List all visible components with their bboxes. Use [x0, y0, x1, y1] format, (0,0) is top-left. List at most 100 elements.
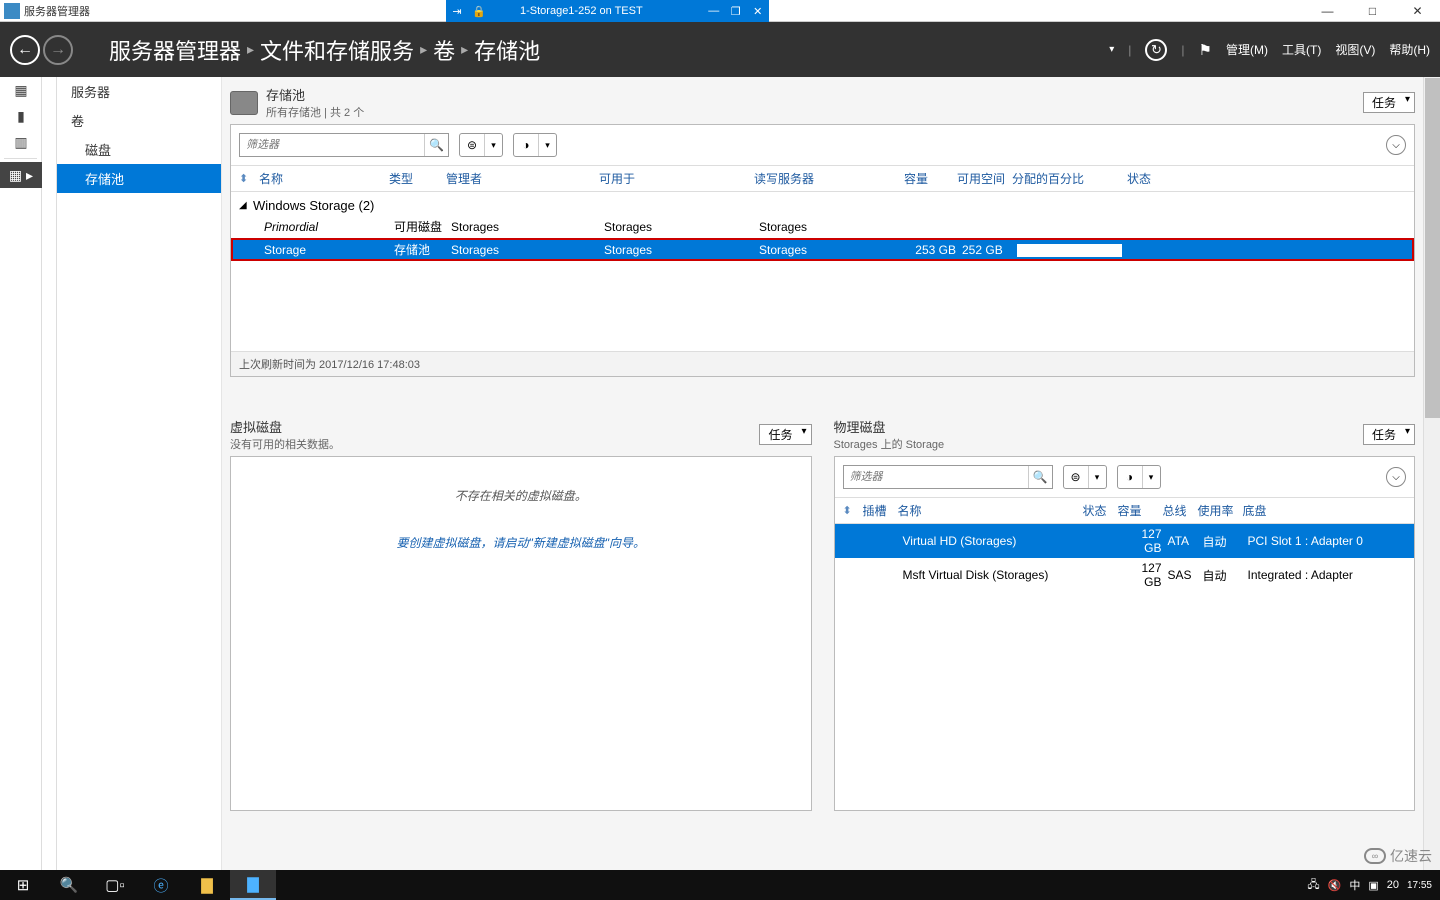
- col-alloc[interactable]: 分配的百分比: [1012, 170, 1127, 187]
- search-button[interactable]: 🔍: [46, 870, 92, 900]
- vm-pin-icon[interactable]: ⇥: [446, 0, 468, 22]
- pdisk-title: 物理磁盘: [834, 417, 945, 436]
- list-icon[interactable]: ⊜: [460, 134, 484, 156]
- expand-icon[interactable]: ⌵: [1386, 135, 1406, 155]
- tree-item-servers[interactable]: 服务器: [57, 77, 221, 106]
- vm-close-button[interactable]: ✕: [747, 0, 769, 22]
- col-bus[interactable]: 总线: [1163, 502, 1198, 519]
- col-chassis[interactable]: 底盘: [1243, 502, 1363, 519]
- taskview-button[interactable]: ▢▫: [92, 870, 138, 900]
- vm-lock-icon[interactable]: 🔒: [468, 0, 490, 22]
- breadcrumb-part[interactable]: 服务器管理器: [109, 34, 241, 66]
- col-manager[interactable]: 管理者: [446, 170, 599, 187]
- main-header: ← → 服务器管理器▸ 文件和存储服务▸ 卷▸ 存储池 ▾ | ↻ | ⚑ 管理…: [0, 22, 1440, 77]
- table-row[interactable]: Storage 存储池 Storages Storages Storages 2…: [231, 238, 1414, 261]
- pools-title: 存储池: [266, 85, 364, 104]
- alloc-bar: [1017, 242, 1132, 256]
- tools-menu[interactable]: 工具(T): [1282, 41, 1321, 58]
- breadcrumb-part[interactable]: 卷: [433, 34, 455, 66]
- col-slot[interactable]: 插槽: [863, 502, 898, 519]
- tree-item-disks[interactable]: 磁盘: [57, 135, 221, 164]
- col-capacity[interactable]: 容量: [1118, 502, 1163, 519]
- table-row[interactable]: Primordial 可用磁盘 Storages Storages Storag…: [231, 215, 1414, 238]
- list-icon[interactable]: ⊜: [1064, 466, 1088, 488]
- ie-button[interactable]: ⓔ: [138, 870, 184, 900]
- vm-maximize-button[interactable]: ❐: [725, 0, 747, 22]
- col-status[interactable]: 状态: [1083, 502, 1118, 519]
- nav-forward-button[interactable]: →: [43, 35, 73, 65]
- pools-group-row[interactable]: ◢ Windows Storage (2): [231, 192, 1414, 215]
- dropdown-icon[interactable]: ▾: [1088, 466, 1106, 488]
- tray-volume-icon[interactable]: 🔇: [1328, 879, 1342, 892]
- flag-icon[interactable]: ⚑: [1199, 41, 1212, 59]
- pdisk-view-selector[interactable]: ⊜▾: [1063, 465, 1107, 489]
- expand-icon[interactable]: ⌵: [1386, 467, 1406, 487]
- nav-tree: 服务器 卷 磁盘 存储池: [42, 77, 222, 870]
- col-capacity[interactable]: 容量: [904, 170, 957, 187]
- header-dropdown-icon[interactable]: ▾: [1109, 44, 1114, 55]
- pools-panel: 🔍 ⊜▾ ◑▾ ⌵ ⬍ 名称 类型 管理者 可用于 读写服务器 容量 可用空间 …: [230, 124, 1415, 377]
- col-available[interactable]: 可用于: [599, 170, 754, 187]
- nav-back-button[interactable]: ←: [10, 35, 40, 65]
- refresh-icon[interactable]: ↻: [1145, 39, 1167, 61]
- col-type[interactable]: 类型: [389, 170, 446, 187]
- pools-filter-input[interactable]: [240, 134, 424, 156]
- search-icon[interactable]: 🔍: [424, 134, 448, 156]
- col-rw[interactable]: 读写服务器: [754, 170, 904, 187]
- breadcrumb-part[interactable]: 存储池: [474, 34, 540, 66]
- start-button[interactable]: ⊞: [0, 870, 46, 900]
- sort-icon[interactable]: ⬍: [239, 172, 259, 185]
- server-manager-button[interactable]: ▇: [230, 870, 276, 900]
- pdisk-panel-header: 物理磁盘 Storages 上的 Storage 任务: [834, 417, 1416, 452]
- outer-close-button[interactable]: ✕: [1395, 0, 1440, 22]
- rail-all-icon[interactable]: ▥: [0, 129, 42, 155]
- table-row[interactable]: Msft Virtual Disk (Storages) 127 GB SAS …: [835, 558, 1415, 592]
- pdisk-filter-selector[interactable]: ◑▾: [1117, 465, 1161, 489]
- search-icon[interactable]: 🔍: [1028, 466, 1052, 488]
- outer-window-title: 服务器管理器: [24, 3, 90, 19]
- tag-icon[interactable]: ◑: [1118, 466, 1142, 488]
- taskbar-clock[interactable]: 17:55: [1407, 880, 1432, 891]
- sort-icon[interactable]: ⬍: [843, 504, 863, 517]
- group-label: Windows Storage (2): [253, 198, 374, 213]
- manage-menu[interactable]: 管理(M): [1226, 41, 1268, 58]
- scrollbar[interactable]: [1423, 77, 1440, 870]
- ime-indicator[interactable]: 中: [1349, 877, 1360, 893]
- pdisk-filter-input[interactable]: [844, 466, 1028, 488]
- col-name[interactable]: 名称: [259, 170, 389, 187]
- dropdown-icon[interactable]: ▾: [538, 134, 556, 156]
- col-usage[interactable]: 使用率: [1198, 502, 1243, 519]
- vdisk-wizard-link[interactable]: 要创建虚拟磁盘，请启动"新建虚拟磁盘"向导。: [231, 514, 811, 571]
- tray-flag-icon[interactable]: ▣: [1368, 879, 1378, 892]
- outer-minimize-button[interactable]: —: [1305, 0, 1350, 22]
- explorer-button[interactable]: ▇: [184, 870, 230, 900]
- rail-servers-icon[interactable]: ▮: [0, 103, 42, 129]
- col-name[interactable]: 名称: [898, 502, 1083, 519]
- pdisk-tasks-button[interactable]: 任务: [1363, 424, 1415, 445]
- taskbar: ⊞ 🔍 ▢▫ ⓔ ▇ ▇ 🖧 🔇 中 ▣ 20 17:55: [0, 870, 1440, 900]
- pdisk-filter[interactable]: 🔍: [843, 465, 1053, 489]
- vdisk-subtitle: 没有可用的相关数据。: [230, 436, 340, 452]
- pools-tasks-button[interactable]: 任务: [1363, 92, 1415, 113]
- tag-icon[interactable]: ◑: [514, 134, 538, 156]
- help-menu[interactable]: 帮助(H): [1389, 41, 1430, 58]
- tree-item-storage-pools[interactable]: 存储池: [57, 164, 221, 193]
- breadcrumb-part[interactable]: 文件和存储服务: [260, 34, 414, 66]
- view-menu[interactable]: 视图(V): [1335, 41, 1375, 58]
- dropdown-icon[interactable]: ▾: [1142, 466, 1160, 488]
- pools-view-selector[interactable]: ⊜▾: [459, 133, 503, 157]
- tray-network-icon[interactable]: 🖧: [1307, 876, 1319, 895]
- dropdown-icon[interactable]: ▾: [484, 134, 502, 156]
- vm-minimize-button[interactable]: —: [703, 0, 725, 22]
- outer-maximize-button[interactable]: □: [1350, 0, 1395, 22]
- rail-dashboard-icon[interactable]: ▦: [0, 77, 42, 103]
- table-row[interactable]: Virtual HD (Storages) 127 GB ATA 自动 PCI …: [835, 524, 1415, 558]
- col-free[interactable]: 可用空间: [957, 170, 1012, 187]
- pools-filter[interactable]: 🔍: [239, 133, 449, 157]
- vdisk-tasks-button[interactable]: 任务: [759, 424, 811, 445]
- collapse-icon[interactable]: ◢: [239, 200, 253, 211]
- pools-filter-selector[interactable]: ◑▾: [513, 133, 557, 157]
- rail-storage-icon[interactable]: ▦ ▸: [0, 162, 42, 188]
- tree-item-volumes[interactable]: 卷: [57, 106, 221, 135]
- col-status[interactable]: 状态: [1127, 170, 1187, 187]
